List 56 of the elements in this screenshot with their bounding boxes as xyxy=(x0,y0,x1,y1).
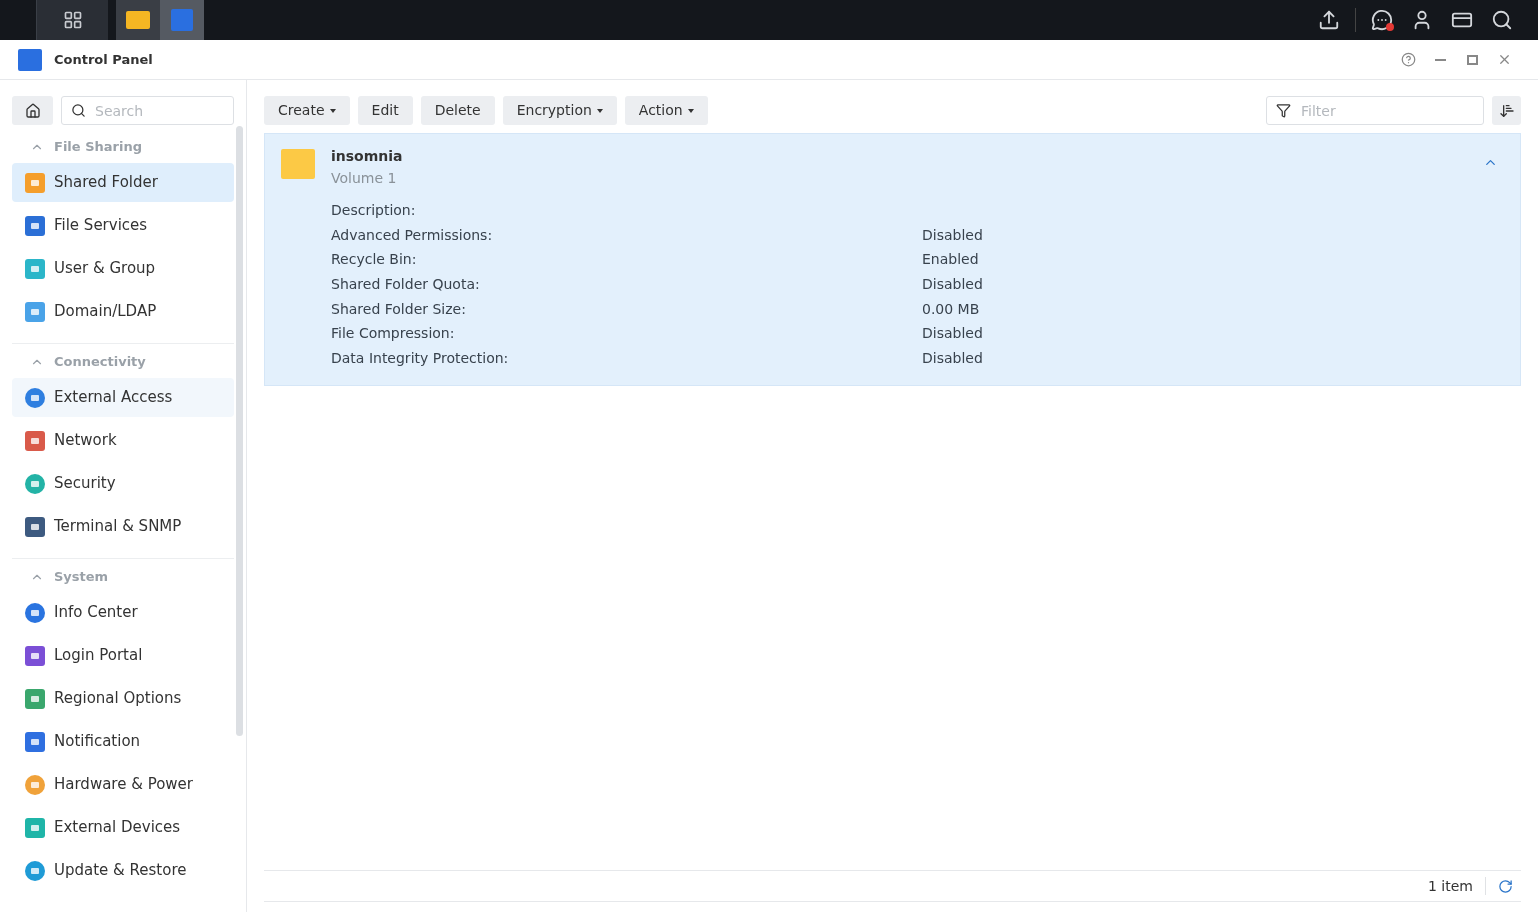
caret-icon xyxy=(329,108,336,113)
taskbar-app-button[interactable] xyxy=(116,0,160,40)
detail-value: Enabled xyxy=(922,250,979,270)
sidebar-item[interactable]: File Services xyxy=(12,206,234,245)
detail-value: Disabled xyxy=(922,274,983,294)
detail-value: Disabled xyxy=(922,348,983,368)
sidebar-item[interactable]: Shared Folder xyxy=(12,163,234,202)
item-count: 1 item xyxy=(1428,876,1473,896)
volume-label: Volume 1 xyxy=(331,169,398,188)
sidebar-item[interactable]: External Access xyxy=(12,378,234,417)
search-icon xyxy=(71,103,86,118)
home-icon xyxy=(24,102,41,119)
search-field[interactable]: Search xyxy=(61,96,234,125)
sidebar-item[interactable]: Terminal & SNMP xyxy=(12,507,234,546)
chat-icon xyxy=(1371,9,1393,31)
detail-label: Data Integrity Protection: xyxy=(331,348,510,368)
sidebar-item[interactable]: User & Group xyxy=(12,249,234,288)
sidebar-item[interactable]: Domain/LDAP xyxy=(12,292,234,331)
sidebar-item[interactable]: Notification xyxy=(12,722,234,761)
caret-icon xyxy=(596,108,603,113)
sidebar-item[interactable]: Security xyxy=(12,464,234,503)
detail-value: Disabled xyxy=(922,324,983,344)
toolbar-button[interactable]: Encryption xyxy=(502,96,617,125)
home-button[interactable] xyxy=(12,96,53,125)
toolbar-button[interactable]: Create xyxy=(264,96,350,125)
detail-label: Advanced Permissions: xyxy=(331,225,494,245)
sidebar-item[interactable]: Hardware & Power xyxy=(12,765,234,804)
filter-field[interactable]: Filter xyxy=(1266,96,1484,125)
search-icon xyxy=(1491,9,1513,31)
sidebar-item[interactable]: External Devices xyxy=(12,808,234,847)
filter-icon xyxy=(1276,103,1291,118)
detail-label: Description: xyxy=(331,200,417,220)
folder-name: insomnia xyxy=(331,147,404,166)
toolbar-button[interactable]: Action xyxy=(624,96,708,125)
detail-label: Shared Folder Quota: xyxy=(331,274,481,294)
detail-value: 0.00 MB xyxy=(922,299,980,319)
grid-icon xyxy=(62,10,83,30)
sidebar-item[interactable]: Info Center xyxy=(12,593,234,632)
toolbar-button[interactable]: Edit xyxy=(357,96,413,125)
detail-label: Shared Folder Size: xyxy=(331,299,467,319)
toolbar-button[interactable]: Delete xyxy=(420,96,495,125)
sort-icon xyxy=(1498,102,1515,119)
caret-icon xyxy=(687,108,694,113)
detail-label: File Compression: xyxy=(331,324,456,344)
window-title: Control Panel xyxy=(54,50,153,69)
restore-icon xyxy=(1466,54,1478,65)
sort-button[interactable] xyxy=(1492,96,1521,125)
help-icon xyxy=(1400,52,1416,67)
sidebar-item[interactable]: Network xyxy=(12,421,234,460)
detail-label: Recycle Bin: xyxy=(331,250,418,270)
sidebar-item[interactable]: Update & Restore xyxy=(12,851,234,890)
sidebar-item[interactable]: Login Portal xyxy=(12,636,234,675)
sidebar-item[interactable]: Regional Options xyxy=(12,679,234,718)
minimize-icon xyxy=(1434,58,1446,61)
main-menu-button[interactable] xyxy=(36,0,108,40)
detail-value: Disabled xyxy=(922,225,983,245)
